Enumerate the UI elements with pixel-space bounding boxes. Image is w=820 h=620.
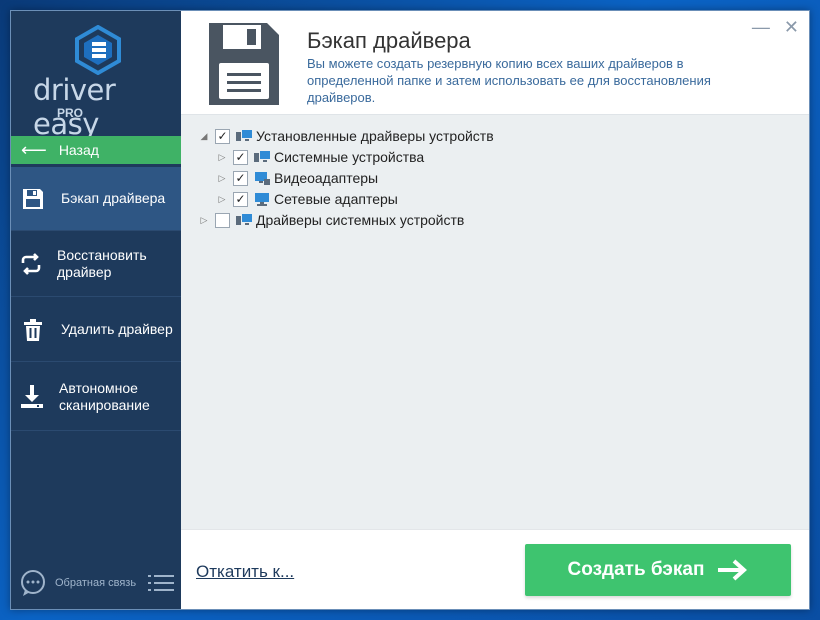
menu-list-icon[interactable] [148,573,175,593]
arrow-right-icon [718,559,748,581]
chat-bubble-icon [21,570,45,596]
sidebar-item-uninstall[interactable]: Удалить драйвер [11,298,181,362]
expand-arrow-icon[interactable]: ▷ [215,152,229,163]
refresh-icon [19,250,43,278]
rollback-link[interactable]: Откатить к... [196,562,294,582]
driver-easy-logo-icon [75,25,121,75]
trash-icon [19,316,47,344]
close-icon[interactable]: ✕ [784,17,799,38]
feedback-label: Обратная связь [55,577,137,589]
tree-node-label: Установленные драйверы устройств [256,128,494,144]
logo-text: driver easy [33,73,116,141]
pro-badge: PRO [57,106,84,120]
back-button-label: Назад [58,142,99,158]
computer-devices-icon [236,130,252,141]
tree-node-network: ▷ ✓ Сетевые адаптеры [215,189,398,209]
download-scan-icon [19,383,45,411]
monitor-icon [255,172,270,185]
sidebar-item-offline-scan[interactable]: Автономное сканирование [11,363,181,431]
checkbox-installed[interactable]: ✓ [215,128,230,144]
checkbox-network[interactable]: ✓ [233,191,248,207]
floppy-disk-icon [19,185,47,213]
sidebar-item-backup[interactable]: Бэкап драйвера [11,167,181,231]
tree-node-label: Системные устройства [274,149,425,165]
sidebar-item-restore[interactable]: Восстановить драйвер [11,232,181,297]
back-button[interactable]: ⟵ Назад [11,136,181,164]
computer-devices-icon [236,214,252,225]
expand-arrow-icon[interactable]: ▷ [197,215,211,226]
tree-node-system-drivers: ▷ Драйверы системных устройств [197,210,465,230]
tree-node-label: Видеоадаптеры [274,170,379,186]
network-adapter-icon [255,193,269,206]
footer: Откатить к... Создать бэкап [181,529,809,609]
main-panel: Бэкап драйвера Вы можете создать резервн… [181,11,809,609]
sidebar: driver easy PRO ⟵ Назад Бэкап драйвера В… [11,11,181,609]
collapse-arrow-icon[interactable]: ◢ [197,131,211,142]
feedback-link[interactable]: Обратная связь [19,569,179,597]
tree-node-video: ▷ ✓ Видеоадаптеры [215,168,379,188]
create-backup-label: Создать бэкап [567,559,705,580]
checkbox-system[interactable]: ✓ [233,149,248,165]
checkbox-system-drivers[interactable] [215,212,230,228]
create-backup-button[interactable]: Создать бэкап [525,544,791,596]
driver-tree: ◢ ✓ Установленные драйверы устройств ▷ ✓… [181,114,809,529]
page-description: Вы можете создать резервную копию всех в… [307,56,711,105]
checkbox-video[interactable]: ✓ [233,170,248,186]
sidebar-item-label: Восстановить драйвер [57,247,147,280]
tree-node-installed: ◢ ✓ Установленные драйверы устройств [197,126,494,146]
tree-node-system: ▷ ✓ Системные устройства [215,147,425,167]
arrow-left-icon: ⟵ [21,140,47,160]
sidebar-item-label: Удалить драйвер [61,321,173,337]
page-header: Бэкап драйвера Вы можете создать резервн… [181,11,809,114]
sidebar-item-label: Автономное сканирование [59,379,150,413]
sidebar-item-label: Бэкап драйвера [61,190,166,206]
tree-node-label: Драйверы системных устройств [256,212,465,228]
window-controls: — ✕ [752,17,799,38]
minimize-icon[interactable]: — [752,17,770,38]
system-devices-icon [254,151,270,162]
tree-node-label: Сетевые адаптеры [274,191,398,207]
expand-arrow-icon[interactable]: ▷ [215,194,229,205]
expand-arrow-icon[interactable]: ▷ [215,173,229,184]
app-window: driver easy PRO ⟵ Назад Бэкап драйвера В… [10,10,810,610]
page-title: Бэкап драйвера [307,28,471,53]
logo: driver easy PRO [11,11,181,141]
floppy-disk-icon [209,23,279,105]
